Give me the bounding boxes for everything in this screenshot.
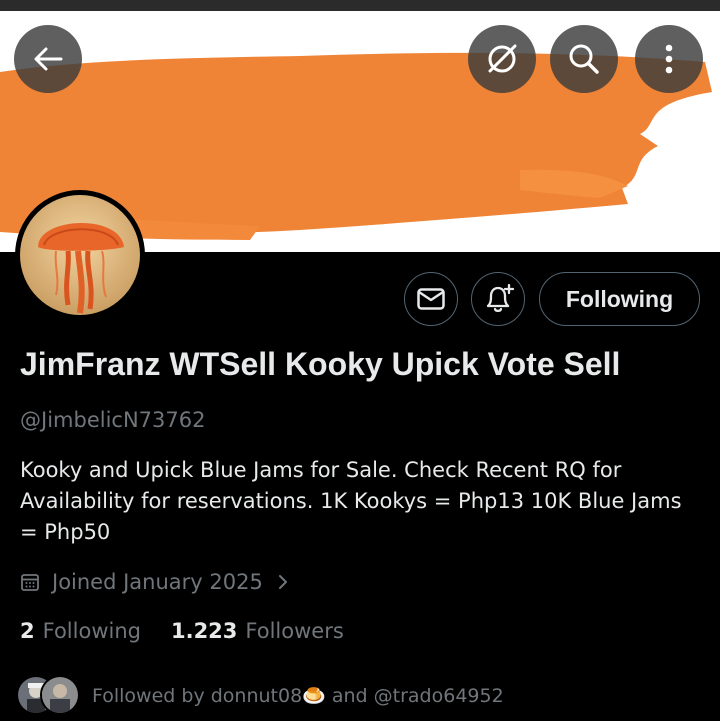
back-button[interactable] <box>14 25 82 93</box>
display-name: JimFranz WTSell Kooky Upick Vote Sell <box>20 346 621 382</box>
message-button[interactable] <box>404 272 458 326</box>
followers-stat[interactable]: 1.223 Followers <box>171 619 344 643</box>
notify-button[interactable] <box>471 272 525 326</box>
follow-stats: 2 Following 1.223 Followers <box>20 619 374 643</box>
more-options-button[interactable] <box>635 25 703 93</box>
following-stat[interactable]: 2 Following <box>20 619 141 643</box>
envelope-icon <box>417 288 445 310</box>
grok-icon <box>488 44 517 73</box>
search-button[interactable] <box>550 25 618 93</box>
following-label: Following <box>42 619 141 643</box>
jellyfish-avatar-image <box>20 195 140 315</box>
joined-date-row[interactable]: Joined January 2025 <box>20 568 289 596</box>
joined-date-text: Joined January 2025 <box>52 570 263 594</box>
following-count: 2 <box>20 619 35 643</box>
chevron-right-icon <box>278 575 287 589</box>
profile-avatar[interactable] <box>15 190 145 320</box>
bell-plus-icon <box>486 283 514 313</box>
calendar-icon <box>21 574 39 591</box>
grok-button[interactable] <box>468 25 536 93</box>
followers-count: 1.223 <box>170 619 238 643</box>
profile-bio: Kooky and Upick Blue Jams for Sale. Chec… <box>20 458 682 544</box>
followed-by-row[interactable]: Followed by donnut08🍮 and @trado64952 <box>16 673 504 717</box>
followers-label: Followers <box>245 619 344 643</box>
followed-by-text: Followed by donnut08🍮 and @trado64952 <box>92 684 504 707</box>
following-button[interactable]: Following <box>539 272 700 326</box>
search-icon <box>569 44 599 74</box>
more-vertical-icon <box>665 44 673 74</box>
follower-avatar-2 <box>40 675 80 715</box>
arrow-left-icon <box>34 47 63 71</box>
user-handle: @JimbelicN73762 <box>20 408 206 432</box>
